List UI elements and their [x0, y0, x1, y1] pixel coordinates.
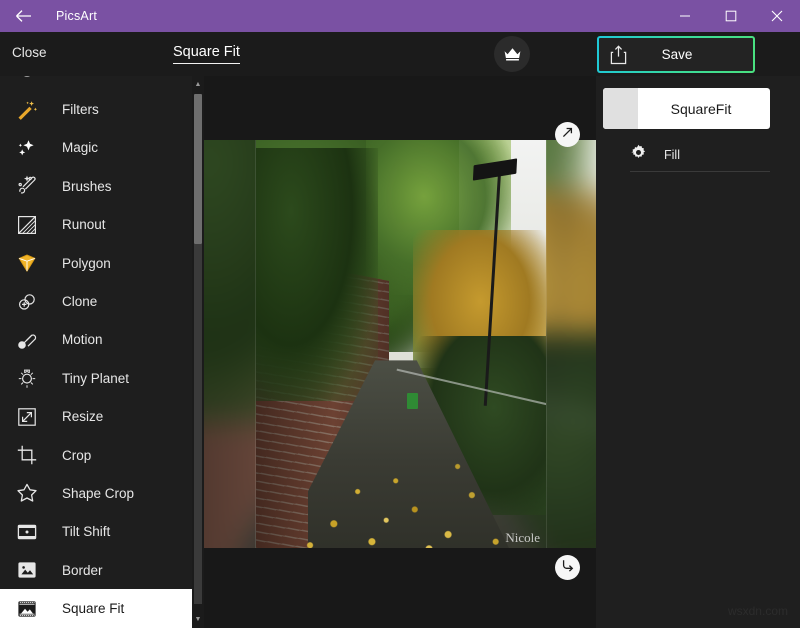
title-bar: PicsArt [0, 0, 800, 32]
photo-watermark: Nicole [505, 530, 540, 546]
sidebar-item-label: Shape Crop [62, 486, 134, 501]
sidebar-item-label: Magic [62, 140, 98, 155]
square-fit-frame: Nicole [204, 140, 596, 548]
sidebar-item-tiny-planet[interactable]: Tiny Planet [0, 359, 192, 397]
tools-list: Effect Filters Magic Brushes Runout Polygon Cl… [0, 76, 192, 628]
border-icon [10, 555, 44, 585]
editor-canvas[interactable]: Nicole [204, 76, 596, 628]
sidebar-item-filters[interactable]: Filters [0, 90, 192, 128]
fill-option[interactable]: Fill [630, 140, 770, 170]
sidebar-item-label: Crop [62, 448, 91, 463]
page-watermark: wsxdn.com [728, 604, 788, 618]
magic-icon [10, 133, 44, 163]
sidebar-item-label: Tilt Shift [62, 524, 110, 539]
sidebar-item-label: Border [62, 563, 103, 578]
sidebar-item-label: Resize [62, 409, 103, 424]
options-panel: SquareFit Fill [596, 76, 800, 628]
close-editor-button[interactable]: Close [12, 45, 47, 60]
sidebar-item-runout[interactable]: Runout [0, 206, 192, 244]
preset-label: SquareFit [638, 101, 764, 117]
scrollbar-track[interactable] [194, 244, 202, 604]
sidebar-item-effect[interactable]: Effect [0, 76, 192, 90]
sidebar-item-clone[interactable]: Clone [0, 282, 192, 320]
crop-icon [10, 440, 44, 470]
sidebar-item-shape-crop[interactable]: Shape Crop [0, 474, 192, 512]
sidebar-item-brushes[interactable]: Brushes [0, 167, 192, 205]
picsart-window: PicsArt Close Square Fit Save [0, 0, 800, 628]
sidebar-item-label: Clone [62, 294, 97, 309]
square-thumbnail [603, 88, 638, 129]
fill-label: Fill [664, 148, 680, 162]
filters-icon [10, 95, 44, 125]
square-fit-icon [10, 594, 44, 624]
sidebar-item-label: Brushes [62, 179, 112, 194]
rotate-arrow-icon [561, 558, 575, 577]
resize-icon [10, 402, 44, 432]
photo-scene: Nicole [256, 140, 546, 548]
crown-icon[interactable] [494, 36, 530, 72]
sidebar-item-label: Motion [62, 332, 103, 347]
ivy-overgrowth [256, 148, 378, 401]
sidebar-item-motion[interactable]: Motion [0, 321, 192, 359]
scrollbar-thumb[interactable] [194, 94, 202, 244]
motion-icon [10, 325, 44, 355]
effect-icon [10, 76, 44, 86]
panel-divider [630, 171, 770, 172]
sidebar-item-tilt-shift[interactable]: Tilt Shift [0, 513, 192, 551]
save-button-label: Save [627, 47, 727, 62]
minimize-button[interactable] [662, 0, 708, 32]
gear-icon [630, 144, 647, 166]
sidebar-item-resize[interactable]: Resize [0, 398, 192, 436]
sidebar-item-label: Runout [62, 217, 106, 232]
foreground-photo[interactable]: Nicole [256, 140, 546, 548]
tools-sidebar[interactable]: Effect Filters Magic Brushes Runout Polygon Cl… [0, 76, 192, 628]
sidebar-item-label: Square Fit [62, 601, 124, 616]
sidebar-item-label: Tiny Planet [62, 371, 129, 386]
brushes-icon [10, 171, 44, 201]
sidebar-item-label: Effect [62, 76, 96, 79]
scroll-up-arrow-icon[interactable]: ▲ [192, 78, 204, 91]
sidebar-item-border[interactable]: Border [0, 551, 192, 589]
close-window-button[interactable] [754, 0, 800, 32]
sidebar-item-polygon[interactable]: Polygon [0, 244, 192, 282]
sidebar-item-label: Polygon [62, 256, 111, 271]
shape-crop-icon [10, 478, 44, 508]
sidebar-item-square-fit[interactable]: Square Fit [0, 589, 192, 627]
share-upload-icon [610, 45, 627, 65]
scroll-down-arrow-icon[interactable]: ▼ [192, 613, 204, 626]
back-arrow-icon[interactable] [0, 0, 46, 32]
expand-handle[interactable] [555, 122, 580, 147]
tilt-shift-icon [10, 517, 44, 547]
expand-arrow-icon [561, 126, 574, 144]
app-title: PicsArt [56, 9, 97, 23]
tiny-planet-icon [10, 363, 44, 393]
runout-icon [10, 210, 44, 240]
clone-icon [10, 287, 44, 317]
sidebar-item-label: Filters [62, 102, 99, 117]
polygon-icon [10, 248, 44, 278]
sidebar-scrollbar[interactable]: ▲ ▼ [192, 76, 204, 628]
sidebar-item-magic[interactable]: Magic [0, 129, 192, 167]
page-title: Square Fit [173, 44, 240, 64]
preset-squarefit[interactable]: SquareFit [603, 88, 770, 129]
sidebar-item-crop[interactable]: Crop [0, 436, 192, 474]
maximize-button[interactable] [708, 0, 754, 32]
save-button[interactable]: Save [597, 36, 755, 73]
rotate-handle[interactable] [555, 555, 580, 580]
